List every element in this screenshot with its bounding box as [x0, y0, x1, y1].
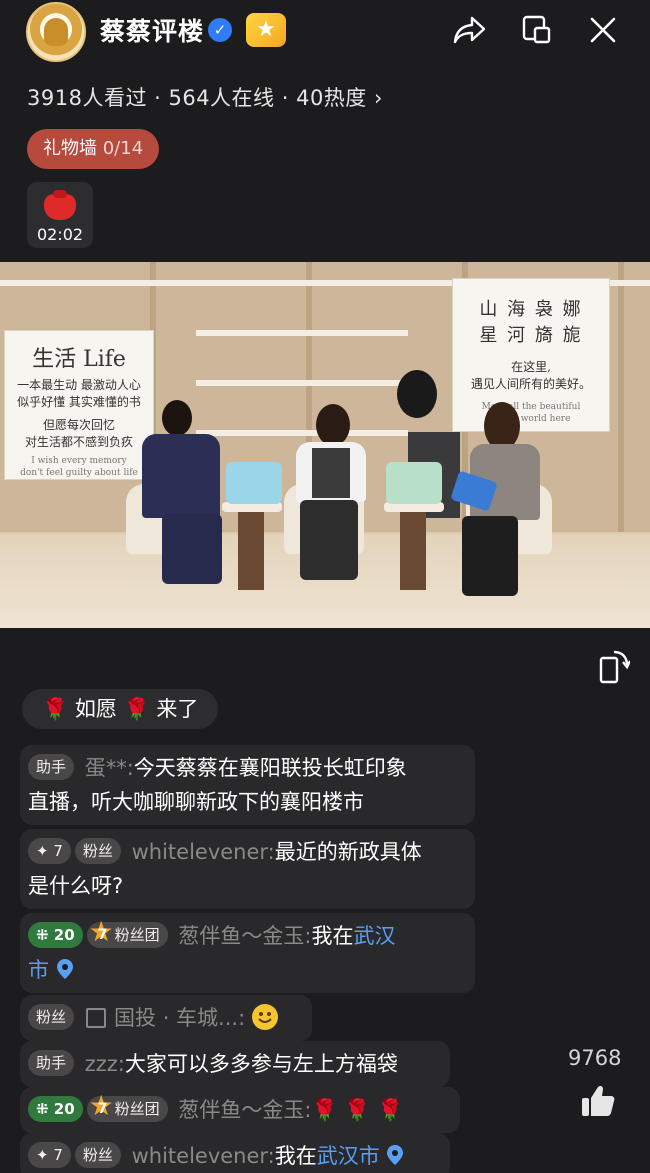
shelf: [196, 380, 408, 386]
assistant-tag: 助手: [28, 1050, 75, 1076]
fan-club-label: 粉丝团: [114, 1100, 160, 1118]
quote-board-right: 山 海 袅 娜 星 河 旖 旎 在这里, 遇见人间所有的美好。 Meet all…: [452, 278, 610, 432]
verified-icon: ✓: [208, 18, 232, 42]
level-tag: ✦ 7: [28, 838, 71, 864]
chat-username[interactable]: 国投 · 车城...:: [114, 1006, 245, 1030]
fan-level: 7: [97, 1101, 108, 1117]
table-sign: [226, 462, 282, 504]
table-sign: [386, 462, 442, 504]
board-title: 星 河 旖 旎: [479, 325, 583, 346]
fan-club-tag: ★ 7 粉丝团: [86, 916, 168, 948]
chat-username[interactable]: 葱伴鱼～金玉:: [178, 924, 311, 948]
pip-icon[interactable]: [517, 10, 557, 50]
join-action: 来了: [156, 697, 199, 721]
interviewer-head: [484, 402, 520, 450]
host-vest: [312, 448, 350, 498]
interviewer-legs: [462, 516, 518, 596]
live-video[interactable]: 生活 Life 一本最生动 最激动人心 似乎好懂 其实难懂的书 但愿每次回忆 对…: [0, 262, 650, 628]
location-pin-icon: [56, 959, 73, 979]
chat-message[interactable]: 粉丝 国投 · 车城...:: [20, 995, 312, 1041]
shelf: [196, 330, 408, 336]
close-icon[interactable]: [583, 10, 623, 50]
thumbs-up-icon[interactable]: [580, 1083, 616, 1119]
streamer-name[interactable]: 蔡蔡评楼: [100, 12, 204, 48]
board-line: in the world here: [491, 414, 571, 424]
location-link[interactable]: 武汉市: [317, 1144, 380, 1168]
gift-wall-count: 0/14: [102, 138, 144, 159]
chat-text: 我在: [311, 924, 354, 948]
chat-text: 大家可以多多参与左上方福袋: [124, 1052, 398, 1076]
fan-level: 7: [97, 927, 108, 943]
checkbox-icon: [86, 1008, 107, 1028]
guest-head: [162, 400, 192, 436]
chat-text: 今天蔡蔡在襄阳联投长虹印象: [133, 756, 407, 780]
fan-tag: 粉丝: [74, 1142, 121, 1168]
board-line: 一本最生动 最激动人心: [17, 378, 141, 392]
chat-message[interactable]: ✦ 7 粉丝 whitelevener:我在武汉市: [20, 1133, 450, 1173]
side-table: [400, 512, 426, 590]
chat-message[interactable]: ✦ 7 粉丝 whitelevener:最近的新政具体 是什么呀?: [20, 829, 475, 909]
share-icon[interactable]: [450, 10, 490, 50]
star-badge-icon[interactable]: ★: [246, 13, 286, 47]
chat-username[interactable]: whitelevener:: [132, 840, 275, 864]
location-link[interactable]: 武汉: [353, 924, 395, 948]
chat-text: 我在: [274, 1144, 317, 1168]
avatar[interactable]: [26, 2, 86, 62]
shelf: [196, 430, 408, 436]
board-line: 似乎好懂 其实难懂的书: [17, 395, 141, 409]
host-legs: [300, 500, 358, 580]
board-line: Meet all the beautiful: [481, 402, 581, 412]
lucky-bag-button[interactable]: 02:02: [27, 182, 93, 248]
fan-tag: 粉丝: [28, 1004, 75, 1030]
level-tag: ✦ 7: [28, 1142, 71, 1168]
lucky-bag-timer: 02:02: [36, 225, 84, 244]
quote-board-left: 生活 Life 一本最生动 最激动人心 似乎好懂 其实难懂的书 但愿每次回忆 对…: [4, 330, 154, 480]
rotate-screen-icon[interactable]: [598, 648, 632, 684]
smile-emoji-icon: [251, 1004, 278, 1030]
like-count: 9768: [568, 1046, 622, 1070]
chat-message[interactable]: ⁜ 20 ★ 7 粉丝团 葱伴鱼～金玉:🌹 🌹 🌹: [20, 1087, 460, 1133]
chat-message[interactable]: ⁜ 20 ★ 7 粉丝团 葱伴鱼～金玉:我在武汉 市: [20, 913, 475, 993]
board-line: 对生活都不感到负疚: [24, 435, 133, 449]
viewer-stats[interactable]: 3918人看过 · 564人在线 · 40热度 ›: [27, 82, 383, 112]
chat-username[interactable]: whitelevener:: [132, 1144, 275, 1168]
location-pin-icon: [387, 1145, 404, 1165]
chat-message[interactable]: 助手 蛋**:今天蔡蔡在襄阳联投长虹印象 直播，听大咖聊聊新政下的襄阳楼市: [20, 745, 475, 825]
chat-message[interactable]: 助手 zzz:大家可以多多参与左上方福袋: [20, 1041, 450, 1087]
board-title: 山 海 袅 娜: [479, 299, 583, 320]
fan-club-tag: ★ 7 粉丝团: [86, 1090, 168, 1122]
board-line: 但愿每次回忆: [42, 418, 115, 432]
join-user: 如愿: [74, 697, 117, 721]
board-line: I wish every memory: [31, 456, 127, 466]
gramophone-horn: [397, 370, 437, 418]
rose-icon: 🌹: [123, 697, 150, 721]
gift-wall-label: 礼物墙: [43, 138, 97, 159]
fan-tag: 粉丝: [74, 838, 121, 864]
avatar-figure: [44, 18, 68, 46]
host-head: [316, 404, 350, 446]
lucky-bag-knot: [53, 190, 67, 198]
chat-text: 是什么呀?: [28, 874, 124, 898]
chat-text: 直播，听大咖聊聊新政下的襄阳楼市: [28, 790, 364, 814]
rose-icon: 🌹 🌹 🌹: [311, 1098, 404, 1122]
level-tag: ⁜ 20: [28, 922, 83, 948]
location-link[interactable]: 市: [28, 958, 49, 982]
side-table: [238, 512, 264, 590]
chat-username[interactable]: 葱伴鱼～金玉:: [178, 1098, 311, 1122]
board-line: 遇见人间所有的美好。: [470, 377, 591, 391]
rose-icon: 🌹: [42, 697, 69, 721]
chat-username[interactable]: zzz:: [85, 1052, 125, 1076]
board-line: don't feel guilty about life: [20, 468, 138, 478]
chat-username[interactable]: 蛋**:: [85, 756, 134, 780]
fan-club-label: 粉丝团: [114, 926, 160, 944]
board-title: 生活 Life: [32, 347, 126, 372]
guest-suit: [142, 434, 220, 518]
board-line: 在这里,: [511, 360, 551, 374]
gift-wall-button[interactable]: 礼物墙 0/14: [27, 129, 160, 169]
chat-text: 最近的新政具体: [274, 840, 422, 864]
level-tag: ⁜ 20: [28, 1096, 83, 1122]
assistant-tag: 助手: [28, 754, 75, 780]
join-notice: 🌹 如愿 🌹 来了: [22, 689, 219, 729]
guest-legs: [162, 514, 222, 584]
